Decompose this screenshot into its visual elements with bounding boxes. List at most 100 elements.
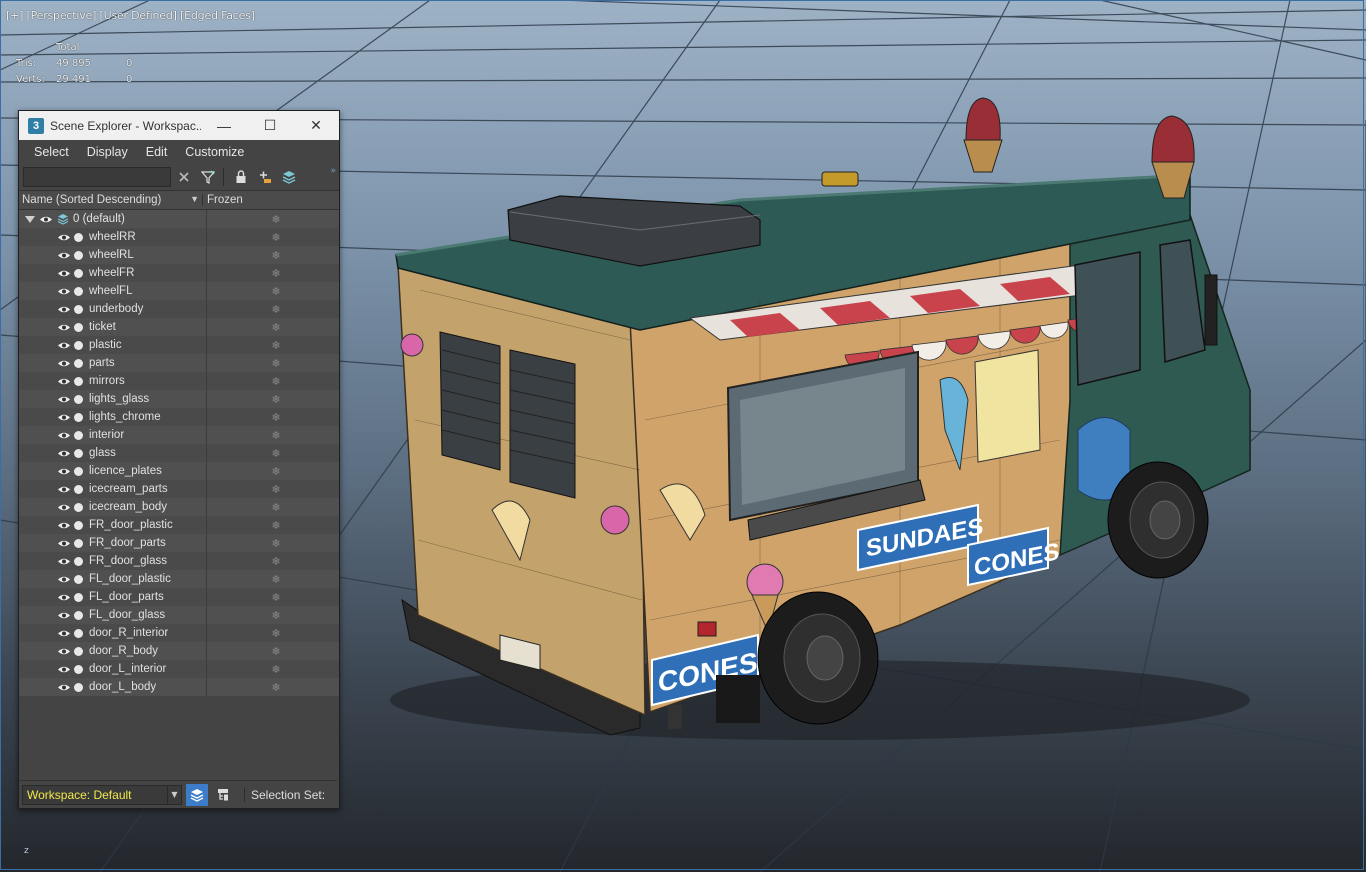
object-renderable-dot-icon[interactable] bbox=[74, 322, 83, 332]
object-row[interactable]: door_R_body ❄ bbox=[19, 642, 339, 660]
object-row[interactable]: FR_door_parts ❄ bbox=[19, 534, 339, 552]
visibility-eye-icon[interactable] bbox=[57, 359, 71, 368]
viewport-menu-plus[interactable]: [+] bbox=[6, 9, 23, 22]
object-row[interactable]: wheelRL ❄ bbox=[19, 246, 339, 264]
viewport-label[interactable]: [+] [Perspective] [User Defined] [Edged … bbox=[6, 9, 255, 22]
object-renderable-dot-icon[interactable] bbox=[74, 574, 83, 584]
frozen-toggle-icon[interactable]: ❄ bbox=[207, 339, 339, 352]
object-row[interactable]: ticket ❄ bbox=[19, 318, 339, 336]
front-wheel[interactable] bbox=[1107, 461, 1209, 579]
frozen-toggle-icon[interactable]: ❄ bbox=[207, 231, 339, 244]
frozen-toggle-icon[interactable]: ❄ bbox=[207, 627, 339, 640]
layers-icon[interactable] bbox=[278, 166, 300, 188]
object-row[interactable]: FL_door_glass ❄ bbox=[19, 606, 339, 624]
visibility-eye-icon[interactable] bbox=[57, 449, 71, 458]
column-frozen-header[interactable]: Frozen bbox=[203, 194, 243, 206]
object-row[interactable]: parts ❄ bbox=[19, 354, 339, 372]
object-renderable-dot-icon[interactable] bbox=[74, 340, 83, 350]
visibility-eye-icon[interactable] bbox=[57, 611, 71, 620]
object-row[interactable]: icecream_parts ❄ bbox=[19, 480, 339, 498]
scene-explorer-titlebar[interactable]: 3 Scene Explorer - Workspac... — ☐ ✕ bbox=[19, 111, 339, 140]
workspace-dropdown[interactable]: Workspace: Default bbox=[22, 784, 168, 805]
clear-icon[interactable] bbox=[173, 166, 195, 188]
object-row[interactable]: door_R_interior ❄ bbox=[19, 624, 339, 642]
sort-by-hierarchy-button[interactable] bbox=[212, 784, 234, 806]
visibility-eye-icon[interactable] bbox=[57, 413, 71, 422]
frozen-toggle-icon[interactable]: ❄ bbox=[207, 465, 339, 478]
object-row[interactable]: FL_door_parts ❄ bbox=[19, 588, 339, 606]
visibility-eye-icon[interactable] bbox=[57, 593, 71, 602]
frozen-toggle-icon[interactable]: ❄ bbox=[207, 321, 339, 334]
visibility-eye-icon[interactable] bbox=[57, 305, 71, 314]
object-renderable-dot-icon[interactable] bbox=[74, 430, 83, 440]
viewport-menu-perspective[interactable]: [Perspective] bbox=[27, 9, 97, 22]
object-row[interactable]: underbody ❄ bbox=[19, 300, 339, 318]
visibility-eye-icon[interactable] bbox=[57, 323, 71, 332]
visibility-eye-icon[interactable] bbox=[57, 377, 71, 386]
object-row[interactable]: wheelFL ❄ bbox=[19, 282, 339, 300]
frozen-toggle-icon[interactable]: ❄ bbox=[207, 375, 339, 388]
object-row[interactable]: licence_plates ❄ bbox=[19, 462, 339, 480]
toolbar-overflow-chevron-icon[interactable]: » bbox=[330, 166, 336, 176]
menu-select[interactable]: Select bbox=[25, 145, 78, 159]
frozen-toggle-icon[interactable]: ❄ bbox=[207, 267, 339, 280]
frozen-toggle-icon[interactable]: ❄ bbox=[207, 411, 339, 424]
visibility-eye-icon[interactable] bbox=[57, 665, 71, 674]
maximize-button[interactable]: ☐ bbox=[247, 111, 293, 140]
visibility-eye-icon[interactable] bbox=[57, 485, 71, 494]
frozen-toggle-icon[interactable]: ❄ bbox=[207, 285, 339, 298]
object-row[interactable]: FL_door_plastic ❄ bbox=[19, 570, 339, 588]
object-renderable-dot-icon[interactable] bbox=[74, 466, 83, 476]
frozen-toggle-icon[interactable]: ❄ bbox=[207, 609, 339, 622]
object-row[interactable]: plastic ❄ bbox=[19, 336, 339, 354]
scene-explorer-window[interactable]: 3 Scene Explorer - Workspac... — ☐ ✕ Sel… bbox=[18, 110, 340, 809]
object-renderable-dot-icon[interactable] bbox=[74, 682, 83, 692]
visibility-eye-icon[interactable] bbox=[57, 557, 71, 566]
visibility-eye-icon[interactable] bbox=[57, 431, 71, 440]
chevron-down-icon[interactable]: ▼ bbox=[168, 784, 182, 805]
object-renderable-dot-icon[interactable] bbox=[74, 268, 83, 278]
frozen-toggle-icon[interactable]: ❄ bbox=[207, 429, 339, 442]
object-row[interactable]: interior ❄ bbox=[19, 426, 339, 444]
filter-icon[interactable] bbox=[197, 166, 219, 188]
menu-edit[interactable]: Edit bbox=[137, 145, 177, 159]
scene-object-list[interactable]: 0 (default) ❄ wheelRR ❄ wheelRL ❄ wheelFR ❄ wh… bbox=[19, 210, 339, 696]
object-row[interactable]: icecream_body ❄ bbox=[19, 498, 339, 516]
search-input[interactable] bbox=[23, 167, 171, 187]
visibility-eye-icon[interactable] bbox=[57, 647, 71, 656]
visibility-eye-icon[interactable] bbox=[57, 629, 71, 638]
menu-display[interactable]: Display bbox=[78, 145, 137, 159]
visibility-eye-icon[interactable] bbox=[57, 467, 71, 476]
frozen-toggle-icon[interactable]: ❄ bbox=[207, 213, 339, 226]
frozen-toggle-icon[interactable]: ❄ bbox=[207, 573, 339, 586]
expand-triangle-icon[interactable] bbox=[25, 215, 35, 223]
object-renderable-dot-icon[interactable] bbox=[74, 628, 83, 638]
frozen-toggle-icon[interactable]: ❄ bbox=[207, 645, 339, 658]
minimize-button[interactable]: — bbox=[201, 111, 247, 140]
frozen-toggle-icon[interactable]: ❄ bbox=[207, 393, 339, 406]
visibility-eye-icon[interactable] bbox=[57, 251, 71, 260]
menu-customize[interactable]: Customize bbox=[176, 145, 253, 159]
visibility-eye-icon[interactable] bbox=[57, 575, 71, 584]
sort-by-layer-button[interactable] bbox=[186, 783, 208, 806]
visibility-eye-icon[interactable] bbox=[57, 233, 71, 242]
object-renderable-dot-icon[interactable] bbox=[74, 484, 83, 494]
close-button[interactable]: ✕ bbox=[293, 111, 339, 140]
column-name-header[interactable]: Name (Sorted Descending) ▼ bbox=[19, 194, 203, 206]
frozen-toggle-icon[interactable]: ❄ bbox=[207, 249, 339, 262]
frozen-toggle-icon[interactable]: ❄ bbox=[207, 591, 339, 604]
frozen-toggle-icon[interactable]: ❄ bbox=[207, 537, 339, 550]
object-row[interactable]: mirrors ❄ bbox=[19, 372, 339, 390]
visibility-eye-icon[interactable] bbox=[57, 287, 71, 296]
object-renderable-dot-icon[interactable] bbox=[74, 286, 83, 296]
visibility-eye-icon[interactable] bbox=[57, 341, 71, 350]
object-row[interactable]: door_L_body ❄ bbox=[19, 678, 339, 696]
object-row[interactable]: wheelRR ❄ bbox=[19, 228, 339, 246]
object-renderable-dot-icon[interactable] bbox=[74, 502, 83, 512]
visibility-eye-icon[interactable] bbox=[57, 269, 71, 278]
object-row[interactable]: lights_chrome ❄ bbox=[19, 408, 339, 426]
viewport-menu-edged-faces[interactable]: [Edged Faces] bbox=[180, 9, 255, 22]
frozen-toggle-icon[interactable]: ❄ bbox=[207, 483, 339, 496]
object-renderable-dot-icon[interactable] bbox=[74, 448, 83, 458]
object-renderable-dot-icon[interactable] bbox=[74, 232, 83, 242]
